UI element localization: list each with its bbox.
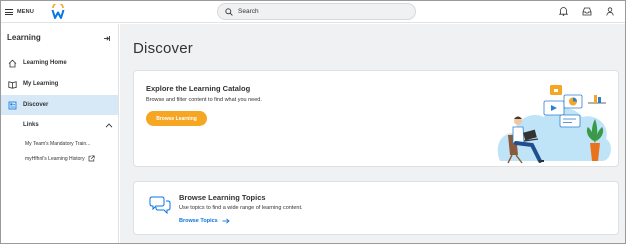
link-label: myHfhnl's Learning History [25, 155, 85, 162]
catalog-card-title: Explore the Learning Catalog [146, 84, 251, 93]
learning-catalog-card: Explore the Learning Catalog Browse and … [133, 70, 619, 167]
chevron-up-icon [105, 122, 113, 128]
browse-topics-link[interactable]: Browse Topics [179, 218, 230, 224]
link-label: My Team's Mandatory Train... [25, 141, 91, 147]
discover-icon [8, 101, 17, 110]
links-header-label: Links [23, 122, 39, 128]
sidebar-item-label: Learning Home [23, 60, 67, 66]
search-input[interactable] [238, 8, 388, 15]
sidebar-item-discover[interactable]: Discover [1, 95, 118, 115]
chat-bubbles-icon [149, 196, 171, 214]
topics-card-title: Browse Learning Topics [179, 193, 266, 202]
catalog-card-subtitle: Browse and filter content to find what y… [146, 97, 262, 103]
sidebar-item-learning-home[interactable]: Learning Home [1, 53, 118, 73]
external-link-icon [88, 155, 95, 162]
browse-topics-label: Browse Topics [179, 218, 218, 224]
sidebar-item-label: My Learning [23, 81, 59, 87]
links-section-header[interactable]: Links [23, 122, 113, 128]
top-bar: MENU [1, 1, 625, 23]
arrow-right-icon [222, 218, 230, 224]
hamburger-icon [5, 9, 13, 15]
app-window: MENU Learning [0, 0, 626, 244]
collapse-sidebar-icon[interactable] [102, 34, 111, 43]
inbox-icon[interactable] [581, 5, 592, 17]
user-icon[interactable] [604, 5, 615, 17]
home-icon [8, 59, 17, 68]
book-icon [8, 80, 17, 89]
link-learning-history[interactable]: myHfhnl's Learning History [25, 155, 95, 162]
search-icon [225, 7, 233, 16]
menu-button[interactable]: MENU [5, 5, 34, 19]
sidebar-title: Learning [7, 33, 41, 42]
main-content: Discover Explore the Learning Catalog Br… [120, 24, 625, 243]
learning-topics-card: Browse Learning Topics Use topics to fin… [133, 181, 619, 235]
workday-logo-icon[interactable] [51, 4, 65, 20]
learner-illustration [497, 85, 611, 164]
search-bar[interactable] [217, 3, 416, 20]
sidebar-item-label: Discover [23, 102, 49, 108]
page-title: Discover [133, 40, 193, 57]
menu-label: MENU [17, 9, 34, 15]
topics-card-subtitle: Use topics to find a wide range of learn… [179, 205, 303, 211]
bell-icon[interactable] [558, 5, 569, 17]
browse-learning-button[interactable]: Browse Learning [146, 111, 207, 126]
link-team-mandatory-training[interactable]: My Team's Mandatory Train... [25, 141, 90, 147]
sidebar-item-my-learning[interactable]: My Learning [1, 74, 118, 94]
sidebar: Learning Learning Home My Learning Disco… [1, 24, 119, 243]
